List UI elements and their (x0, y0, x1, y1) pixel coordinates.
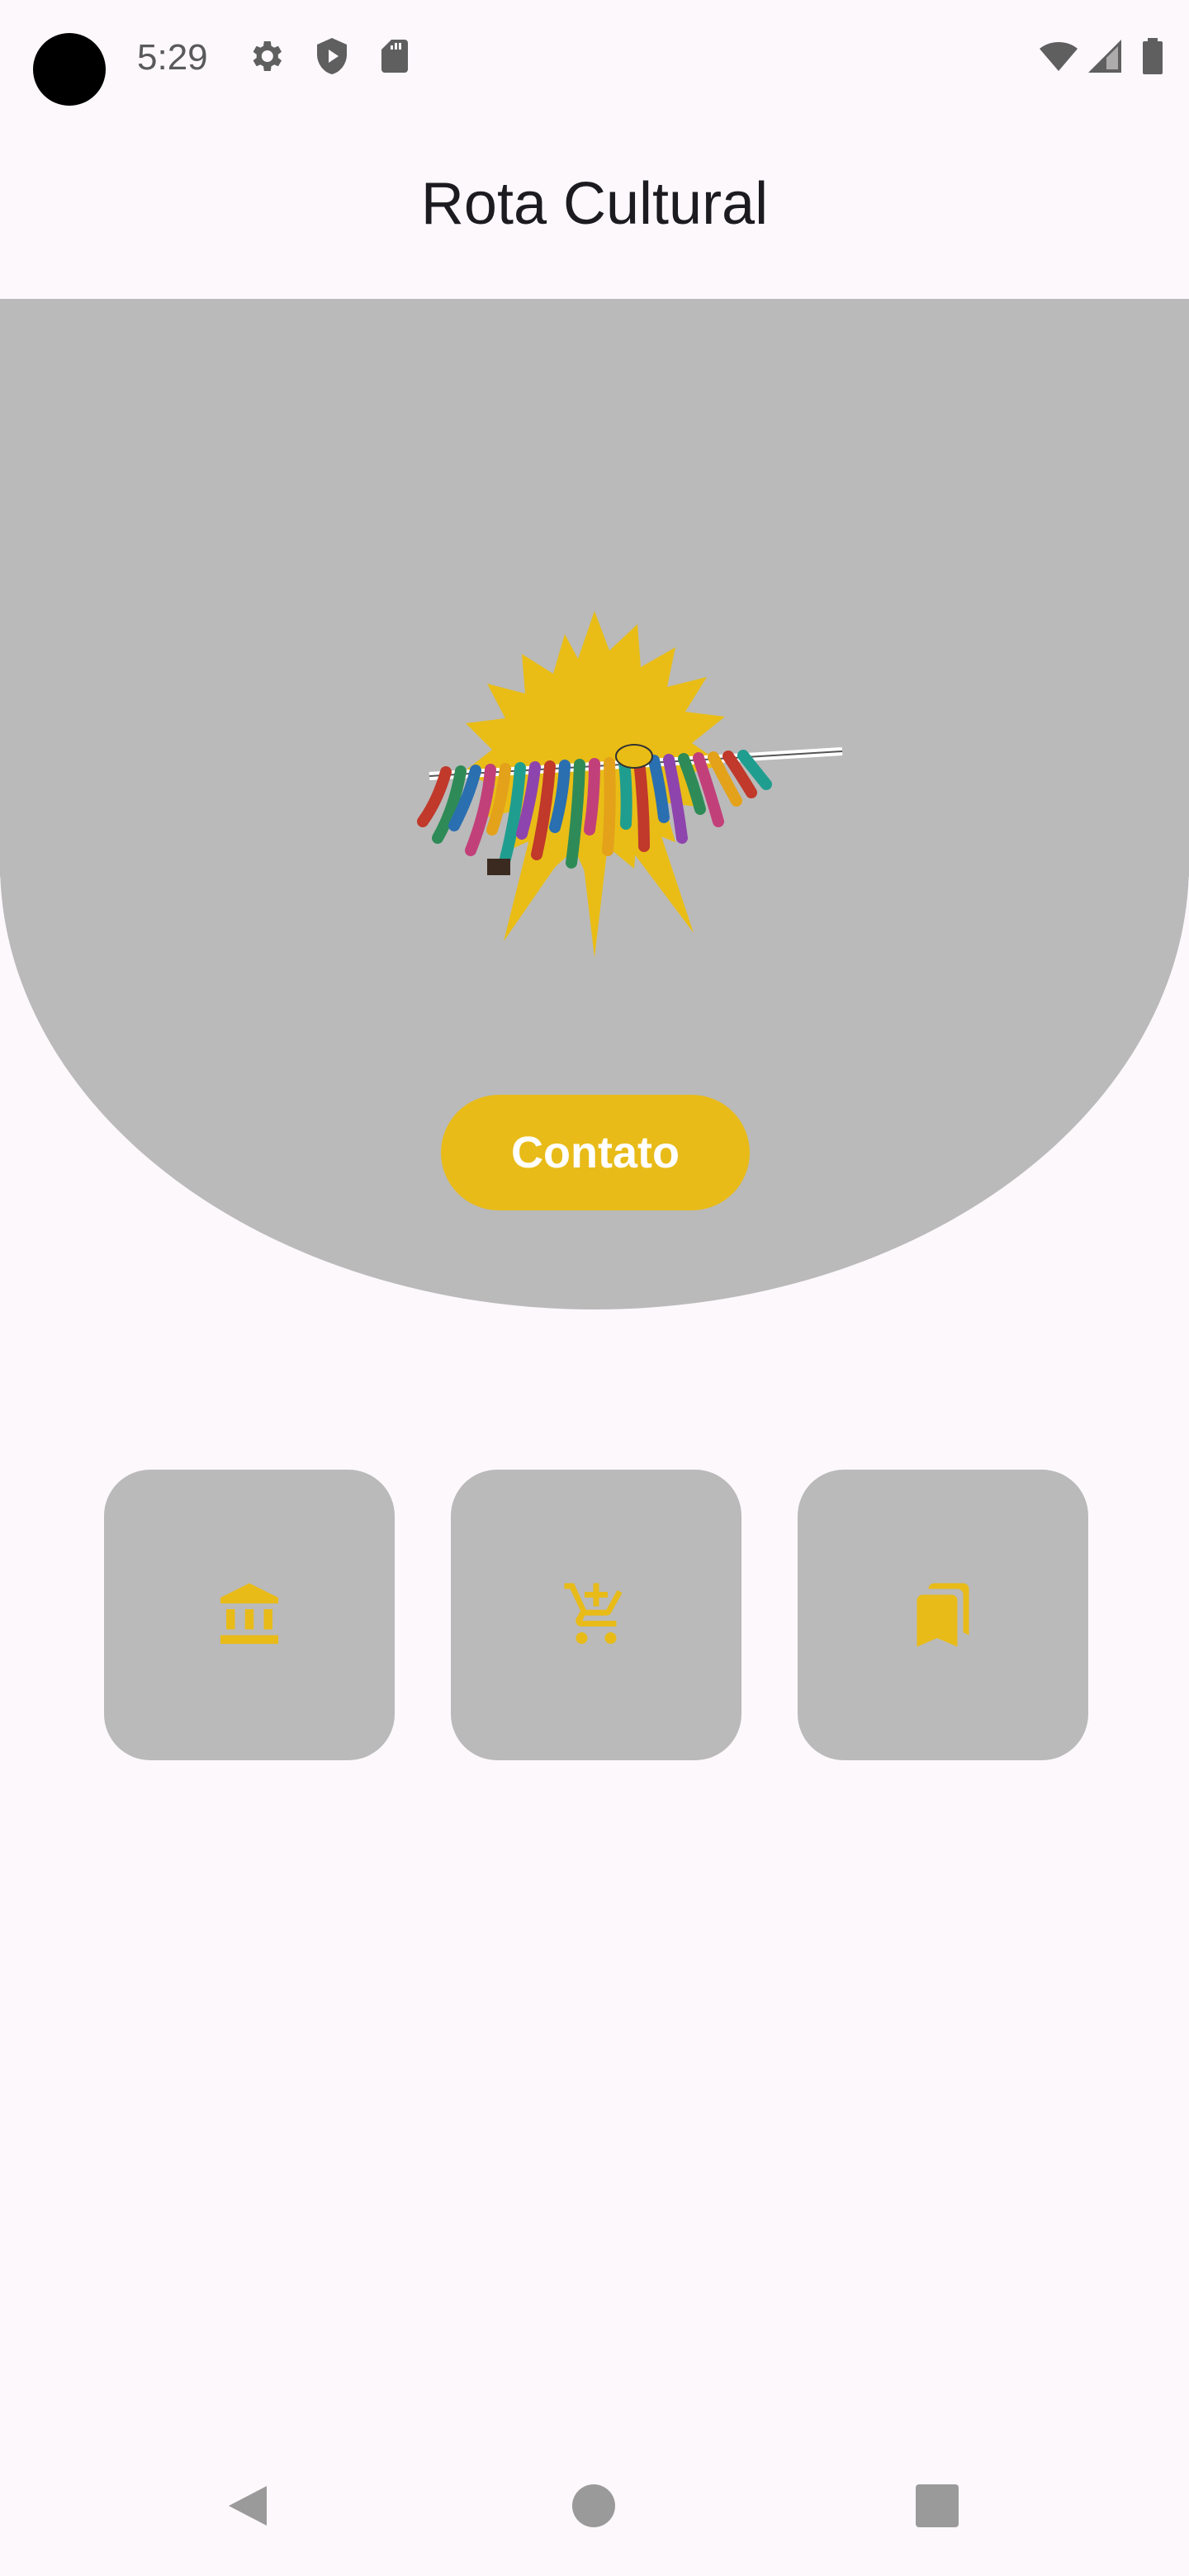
sun-with-colorful-ribbons-logo (330, 611, 859, 974)
shopping-tile[interactable] (451, 1470, 741, 1760)
page-title: Rota Cultural (420, 171, 769, 237)
app-bar: Rota Cultural (0, 116, 1189, 299)
museum-icon (215, 1580, 284, 1650)
recents-button[interactable] (892, 2460, 983, 2551)
signal-icon (1085, 36, 1125, 76)
camera-cutout (33, 33, 106, 106)
museum-tile[interactable] (104, 1470, 395, 1760)
status-time: 5:29 (137, 37, 208, 78)
back-icon (229, 2486, 267, 2526)
contact-button[interactable]: Contato (441, 1095, 750, 1210)
battery-icon (1136, 36, 1169, 76)
home-button[interactable] (548, 2460, 639, 2551)
recents-icon (916, 2484, 959, 2527)
bookmarks-tile[interactable] (798, 1470, 1088, 1760)
home-icon (572, 2484, 615, 2527)
gear-icon (246, 36, 286, 76)
navigation-bar (0, 2436, 1189, 2576)
wifi-icon (1039, 36, 1078, 76)
sd-card-icon (375, 36, 414, 76)
bookmarks-icon (908, 1580, 978, 1650)
shield-play-icon (312, 36, 352, 76)
back-button[interactable] (203, 2460, 294, 2551)
add-shopping-cart-icon (561, 1580, 631, 1650)
status-bar: 5:29 (0, 0, 1189, 116)
